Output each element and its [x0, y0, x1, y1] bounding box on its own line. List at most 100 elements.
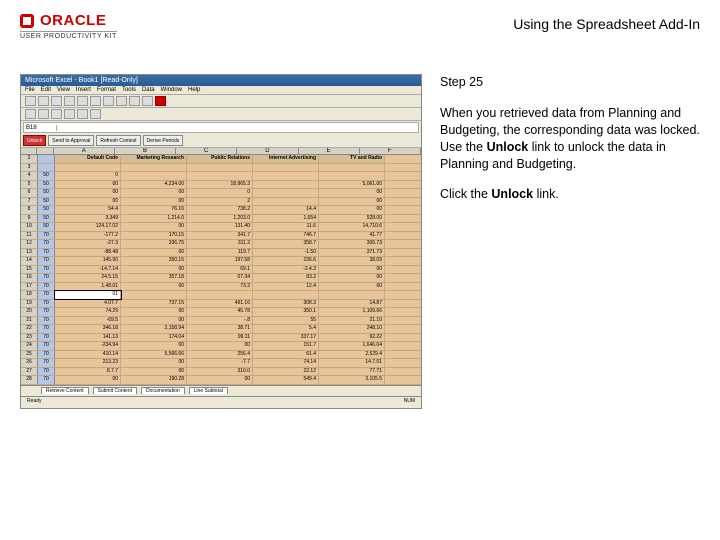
- toolbar-button[interactable]: [64, 109, 75, 119]
- cell[interactable]: 14.7.01: [319, 359, 385, 367]
- cell[interactable]: [253, 181, 319, 189]
- cell[interactable]: [121, 164, 187, 172]
- cell[interactable]: 308.3: [253, 300, 319, 308]
- menu-item[interactable]: Edit: [41, 87, 51, 93]
- cell[interactable]: 350.15: [121, 257, 187, 265]
- toolbar-button[interactable]: [129, 96, 140, 106]
- toolbar-button[interactable]: [103, 96, 114, 106]
- cell[interactable]: 350.1: [253, 308, 319, 316]
- cell[interactable]: 174.04: [121, 334, 187, 342]
- cell[interactable]: 306.73: [319, 240, 385, 248]
- toolbar-button[interactable]: [90, 96, 101, 106]
- cell[interactable]: 45.78: [187, 308, 253, 316]
- col-header[interactable]: C: [176, 148, 237, 154]
- toolbar-button[interactable]: [90, 109, 101, 119]
- cell[interactable]: -27.3: [55, 240, 121, 248]
- cell[interactable]: 190.28: [121, 376, 187, 384]
- cell[interactable]: 92.22: [319, 334, 385, 342]
- cell[interactable]: 18,965.3: [187, 181, 253, 189]
- sheet-tab[interactable]: Retrieve Content: [41, 387, 89, 394]
- cell[interactable]: 341.7: [187, 232, 253, 240]
- cell[interactable]: 00: [319, 198, 385, 206]
- unlock-link[interactable]: Unlock: [23, 135, 46, 146]
- cell[interactable]: 197.58: [187, 257, 253, 265]
- cell[interactable]: 54.4: [55, 206, 121, 214]
- cell[interactable]: 07.34: [187, 274, 253, 282]
- cell[interactable]: 1,203.0: [187, 215, 253, 223]
- cell[interactable]: 124.17.02: [55, 223, 121, 231]
- cell[interactable]: 0: [187, 189, 253, 197]
- name-box[interactable]: B18: [24, 125, 57, 131]
- cell[interactable]: 00: [121, 317, 187, 325]
- cell[interactable]: 73.2: [187, 283, 253, 291]
- cell[interactable]: 336.75: [121, 240, 187, 248]
- cell[interactable]: 14.4: [253, 206, 319, 214]
- cell[interactable]: 14.87: [319, 300, 385, 308]
- send-approval-link[interactable]: Send to Approval: [48, 135, 94, 146]
- cell[interactable]: 746.7: [253, 232, 319, 240]
- cell[interactable]: 00: [121, 189, 187, 197]
- cell[interactable]: [187, 164, 253, 172]
- cell[interactable]: 5,566.66: [121, 351, 187, 359]
- cell[interactable]: 00: [121, 198, 187, 206]
- cell[interactable]: 119.7: [187, 249, 253, 257]
- toolbar-button[interactable]: [155, 96, 166, 106]
- cell[interactable]: 131.40: [187, 223, 253, 231]
- menu-item[interactable]: File: [25, 87, 35, 93]
- cell[interactable]: 38.09: [319, 257, 385, 265]
- cell[interactable]: 00: [121, 359, 187, 367]
- cell[interactable]: 00: [319, 266, 385, 274]
- cell[interactable]: 00: [55, 189, 121, 197]
- toolbar-button[interactable]: [38, 109, 49, 119]
- menu-item[interactable]: Window: [161, 87, 182, 93]
- cell[interactable]: 549.4: [253, 376, 319, 384]
- cell[interactable]: 5.4: [253, 325, 319, 333]
- cell[interactable]: 311.2: [187, 240, 253, 248]
- derive-periods-link[interactable]: Derive Periods: [143, 135, 184, 146]
- cell[interactable]: 00: [121, 342, 187, 350]
- cell[interactable]: 77.71: [319, 368, 385, 376]
- cell[interactable]: 1,109.66: [319, 308, 385, 316]
- cell[interactable]: 21.10: [319, 317, 385, 325]
- spreadsheet-grid[interactable]: A B C D E F 2 Default Code Marketing Res…: [21, 148, 421, 385]
- cell[interactable]: 528.00: [319, 215, 385, 223]
- cell[interactable]: [121, 172, 187, 180]
- toolbar-button[interactable]: [64, 96, 75, 106]
- toolbar-button[interactable]: [51, 96, 62, 106]
- toolbar-button[interactable]: [25, 96, 36, 106]
- cell[interactable]: 00: [55, 181, 121, 189]
- cell[interactable]: 00: [319, 283, 385, 291]
- cell[interactable]: 1,654: [253, 215, 319, 223]
- col-header[interactable]: E: [299, 148, 360, 154]
- cell[interactable]: 69.1: [187, 266, 253, 274]
- cell[interactable]: 371.73: [319, 249, 385, 257]
- cell[interactable]: 4.07.7: [55, 300, 121, 308]
- cell[interactable]: 1,646.04: [319, 342, 385, 350]
- cell[interactable]: -14.7.14: [55, 266, 121, 274]
- cell[interactable]: 99.11: [187, 334, 253, 342]
- toolbar-button[interactable]: [77, 109, 88, 119]
- cell[interactable]: [55, 164, 121, 172]
- cell[interactable]: 337.17: [253, 334, 319, 342]
- cell[interactable]: -1.50: [253, 249, 319, 257]
- cell[interactable]: 4,234.00: [121, 181, 187, 189]
- cell[interactable]: 2: [187, 198, 253, 206]
- cell[interactable]: 00: [121, 266, 187, 274]
- cell[interactable]: 74.29: [55, 308, 121, 316]
- refresh-context-link[interactable]: Refresh Context: [96, 135, 140, 146]
- cell[interactable]: 00: [121, 249, 187, 257]
- cell[interactable]: 170.15: [121, 232, 187, 240]
- cell[interactable]: 236.6: [253, 257, 319, 265]
- cell[interactable]: Internet Advertising: [253, 155, 319, 163]
- cell[interactable]: 213.23: [55, 359, 121, 367]
- cell[interactable]: 61.4: [253, 351, 319, 359]
- cell[interactable]: Public Relations: [187, 155, 253, 163]
- sheet-tab[interactable]: Submit Content: [93, 387, 137, 394]
- cell[interactable]: 2,158.94: [121, 325, 187, 333]
- cell[interactable]: 256.4: [187, 351, 253, 359]
- menu-item[interactable]: Tools: [122, 87, 136, 93]
- cell[interactable]: 737.15: [121, 300, 187, 308]
- cell[interactable]: 2,529.4: [319, 351, 385, 359]
- col-header[interactable]: F: [360, 148, 421, 154]
- cell[interactable]: 410.14: [55, 351, 121, 359]
